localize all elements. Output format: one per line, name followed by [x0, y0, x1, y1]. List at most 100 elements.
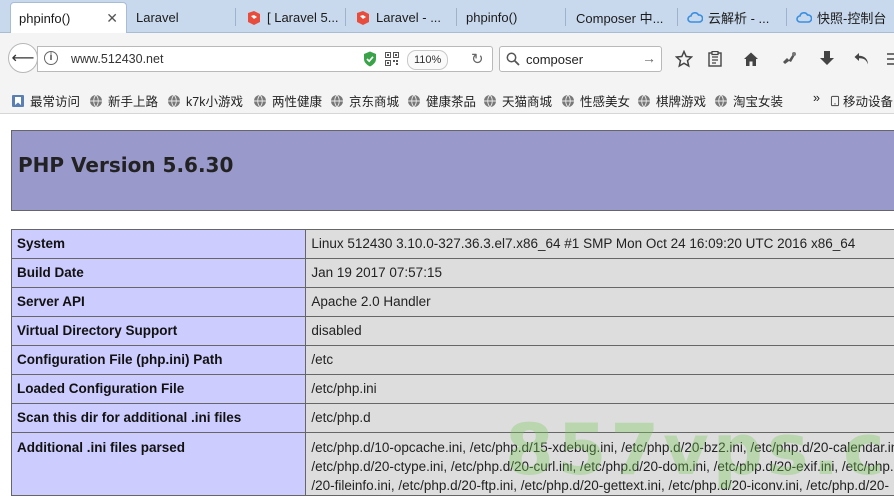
globe-icon	[90, 94, 102, 107]
tab-label: phpinfo()	[466, 10, 518, 25]
extension-icon[interactable]	[780, 50, 798, 68]
search-go-icon[interactable]: →	[642, 50, 656, 66]
cloud-icon	[796, 10, 812, 26]
menu-more-icon[interactable]	[884, 50, 894, 68]
site-info-icon[interactable]: i	[44, 51, 58, 65]
bookmark-star-icon[interactable]	[675, 50, 693, 68]
bookmark-label: 天猫商城	[502, 95, 553, 109]
row-value: /etc/php.ini	[305, 374, 894, 404]
globe-icon	[562, 94, 574, 107]
search-input[interactable]: composer	[526, 52, 583, 67]
tab-separator	[786, 8, 787, 26]
bookmark-beauty[interactable]: 性感美女	[561, 91, 630, 110]
bookmark-label: 移动设备	[843, 95, 894, 109]
bookmark-label: 性感美女	[580, 95, 631, 109]
chevron-double-right-icon: »	[813, 91, 820, 105]
tab-label: Laravel	[136, 10, 179, 25]
bookmark-label: 新手上路	[108, 95, 159, 109]
reading-list-icon[interactable]	[706, 50, 724, 68]
tab-label: 云解析 - ...	[708, 11, 770, 26]
undo-arrow-icon[interactable]	[853, 50, 871, 68]
watermark: 857vps.cn	[505, 409, 894, 491]
navigation-toolbar: i www.512430.net 110% ↻ ⟵ composer →	[0, 33, 894, 85]
row-value: Linux 512430 3.10.0-327.36.3.el7.x86_64 …	[305, 229, 894, 259]
globe-icon	[715, 94, 727, 107]
qr-code-icon[interactable]	[385, 52, 399, 66]
bookmark-most-visited[interactable]: 最常访问	[11, 91, 80, 110]
globe-icon	[254, 94, 266, 107]
tab-laravel-dash[interactable]: Laravel - ...	[347, 2, 457, 33]
bookmark-taobao[interactable]: 淘宝女装	[714, 91, 783, 110]
laravel-icon	[355, 10, 371, 26]
reload-icon[interactable]: ↻	[471, 50, 484, 68]
tab-composer[interactable]: Composer 中...	[568, 2, 678, 33]
row-key: Additional .ini files parsed	[10, 432, 307, 496]
globe-icon	[408, 94, 420, 107]
tab-phpinfo-active[interactable]: phpinfo() ✕	[10, 2, 127, 34]
address-url[interactable]: www.512430.net	[71, 52, 163, 66]
row-key: Loaded Configuration File	[10, 374, 307, 404]
bookmark-mobile[interactable]: 移动设备	[830, 91, 893, 110]
table-row: Configuration File (php.ini) Path /etc	[10, 345, 894, 375]
tab-label: 快照-控制台	[817, 11, 887, 26]
row-key: System	[10, 229, 307, 259]
table-row: Virtual Directory Support disabled	[10, 316, 894, 346]
page-title: PHP Version 5.6.30	[18, 153, 234, 177]
globe-icon	[331, 94, 343, 107]
row-key: Scan this dir for additional .ini files	[10, 403, 307, 433]
tab-cloud-dns[interactable]: 云解析 - ...	[679, 2, 787, 33]
search-bar[interactable]: composer →	[499, 46, 662, 72]
row-key: Virtual Directory Support	[10, 316, 307, 346]
bookmark-label: 两性健康	[272, 95, 323, 109]
bookmark-tmall[interactable]: 天猫商城	[483, 91, 552, 110]
bookmarks-icon	[12, 94, 24, 107]
bookmark-label: 棋牌游戏	[656, 95, 707, 109]
tab-label: Laravel - ...	[376, 10, 442, 25]
table-row: Server API Apache 2.0 Handler	[10, 287, 894, 317]
cloud-icon	[687, 10, 703, 26]
home-icon[interactable]	[742, 50, 760, 68]
bookmark-beginner[interactable]: 新手上路	[89, 91, 158, 110]
download-icon[interactable]	[818, 50, 836, 68]
tab-strip: phpinfo() ✕ Laravel [ Laravel 5... Larav…	[0, 0, 894, 34]
tab-separator	[565, 8, 566, 26]
bookmarks-overflow-button[interactable]: »	[813, 91, 820, 105]
bookmark-label: k7k小游戏	[186, 95, 243, 109]
row-value: Apache 2.0 Handler	[305, 287, 894, 317]
tab-separator	[677, 8, 678, 26]
bookmark-health[interactable]: 两性健康	[253, 91, 322, 110]
close-tab-icon[interactable]: ✕	[106, 10, 118, 27]
row-key: Configuration File (php.ini) Path	[10, 345, 307, 375]
tab-phpinfo-2[interactable]: phpinfo()	[458, 2, 566, 33]
row-value: Jan 19 2017 07:57:15	[305, 258, 894, 288]
php-version-header: PHP Version 5.6.30	[11, 130, 894, 211]
globe-icon	[484, 94, 496, 107]
tab-separator	[456, 8, 457, 26]
globe-icon	[168, 94, 180, 107]
tab-label: [ Laravel 5...	[267, 10, 339, 25]
laravel-icon	[246, 10, 262, 26]
back-arrow-icon: ⟵	[11, 50, 35, 67]
tab-label: phpinfo()	[19, 11, 71, 26]
tab-separator	[235, 8, 236, 26]
back-button[interactable]: ⟵	[8, 43, 38, 73]
tab-separator	[345, 8, 346, 26]
bookmark-tea[interactable]: 健康茶品	[407, 91, 476, 110]
bookmark-k7k[interactable]: k7k小游戏	[167, 91, 243, 110]
tab-laravel[interactable]: Laravel	[128, 2, 236, 33]
bookmark-jd[interactable]: 京东商城	[330, 91, 399, 110]
globe-icon	[638, 94, 650, 107]
bookmark-label: 健康茶品	[426, 95, 477, 109]
address-bar[interactable]: i www.512430.net 110% ↻	[37, 46, 493, 72]
shield-icon[interactable]	[363, 51, 377, 67]
bookmarks-bar: 最常访问 新手上路 k7k小游戏 两性健康 京东商城 健康茶品 天猫商城 性感美…	[0, 85, 894, 114]
table-row: System Linux 512430 3.10.0-327.36.3.el7.…	[10, 229, 894, 259]
bookmark-card-games[interactable]: 棋牌游戏	[637, 91, 706, 110]
search-icon	[506, 52, 520, 66]
tab-laravel-5[interactable]: [ Laravel 5...	[238, 2, 346, 33]
tab-label: Composer 中...	[576, 11, 664, 26]
tab-snapshot-console[interactable]: 快照-控制台	[788, 2, 894, 33]
bookmark-label: 最常访问	[30, 95, 81, 109]
row-key: Build Date	[10, 258, 307, 288]
zoom-level-badge[interactable]: 110%	[407, 50, 449, 70]
